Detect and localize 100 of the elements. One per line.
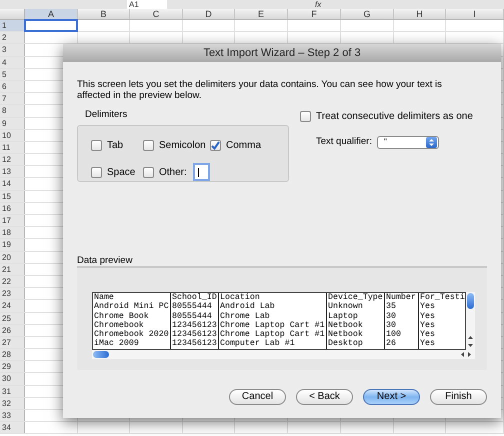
row-header[interactable]: 11 <box>0 142 25 154</box>
column-header[interactable]: B <box>78 9 130 19</box>
column-heading: Number <box>386 293 417 302</box>
table-cell-text: Chrome Lab <box>220 312 271 321</box>
row-header[interactable]: 1 <box>0 20 25 32</box>
row-header[interactable]: 26 <box>0 324 25 336</box>
row-header[interactable]: 23 <box>0 288 25 300</box>
dialog-button[interactable]: Next > <box>363 389 420 406</box>
row-header[interactable]: 5 <box>0 68 25 80</box>
dialog-button[interactable]: Finish <box>430 389 487 406</box>
table-cell: Android Mini PC <box>94 302 170 312</box>
row-header[interactable]: 27 <box>0 336 25 348</box>
table-cell-text: 26 <box>386 339 397 348</box>
row-header[interactable]: 30 <box>0 373 25 385</box>
row-header[interactable]: 28 <box>0 349 25 360</box>
group-label: Delimiters <box>85 108 128 122</box>
column-header[interactable]: I <box>446 9 504 19</box>
dialog-button[interactable]: < Back <box>296 389 353 406</box>
row-header[interactable]: 22 <box>0 276 25 288</box>
table-cell-text: Computer Lab #1 <box>220 339 296 348</box>
table-cell-text: 100 <box>386 330 402 340</box>
vertical-scrollbar[interactable] <box>466 292 475 350</box>
row-header[interactable]: 6 <box>0 80 25 92</box>
other-input-field[interactable] <box>192 163 210 181</box>
row-header[interactable]: 16 <box>0 202 25 214</box>
column-header[interactable]: H <box>394 9 446 19</box>
table-cell: 123456123 <box>172 320 218 330</box>
name-box[interactable]: A1 <box>127 0 167 9</box>
table-cell-text: 80555444 <box>172 312 213 321</box>
table-cell-text: Unknown <box>328 302 364 312</box>
row-header[interactable]: 8 <box>0 105 25 116</box>
column-header[interactable]: D <box>183 9 235 19</box>
column-header[interactable]: F <box>288 9 341 19</box>
column-header[interactable]: A <box>25 9 78 19</box>
checkbox[interactable] <box>210 140 221 151</box>
column-header[interactable]: E <box>235 9 288 19</box>
row-header[interactable]: 15 <box>0 190 25 202</box>
scroll-thumb[interactable] <box>93 351 109 358</box>
column-header[interactable]: G <box>341 9 394 19</box>
table-cell-text: Android Lab <box>220 302 276 312</box>
table-cell-text: Netbook <box>328 330 364 340</box>
column-heading: Location <box>220 293 260 302</box>
row-header[interactable]: 17 <box>0 215 25 226</box>
table-cell-text: Chromebook <box>94 320 145 330</box>
row-header[interactable]: 9 <box>0 118 25 129</box>
selected-cell[interactable] <box>24 19 78 32</box>
row-header[interactable]: 20 <box>0 252 25 263</box>
column-header[interactable]: C <box>130 9 183 19</box>
table-cell: 123456123 <box>172 339 218 348</box>
checkbox[interactable] <box>91 140 102 151</box>
row-header[interactable]: 32 <box>0 398 25 409</box>
formula-icon[interactable]: fx <box>315 0 322 9</box>
table-cell-text: Yes <box>420 312 436 321</box>
table-cell-text: iMac 2009 <box>94 339 140 348</box>
checkbox-label: Tab <box>107 139 124 153</box>
row-header[interactable]: 24 <box>0 300 25 312</box>
checkbox[interactable] <box>143 166 154 178</box>
text-qualifier-select[interactable]: " <box>376 136 439 149</box>
row-header[interactable]: 31 <box>0 386 25 397</box>
row-header[interactable]: 29 <box>0 361 25 372</box>
window-title: Text Import Wizard – Step 2 of 3 <box>63 44 501 62</box>
row-header[interactable]: 10 <box>0 130 25 141</box>
table-cell: 123456123 <box>172 330 218 340</box>
row-header[interactable]: 3 <box>0 44 25 56</box>
checkbox-label: Space <box>107 166 136 180</box>
checkbox[interactable] <box>300 111 311 122</box>
table-cell-text: Yes <box>420 320 436 330</box>
table-cell-text: Yes <box>420 330 436 340</box>
table-cell-text: Desktop <box>328 339 364 348</box>
checkbox-label: Comma <box>226 139 262 153</box>
column-heading: For_Testi <box>420 293 465 302</box>
group-label: Data preview <box>77 255 134 266</box>
checkbox-label: Treat consecutive delimiters as one <box>316 110 473 124</box>
row-header[interactable]: 21 <box>0 264 25 275</box>
column-heading: School_ID <box>172 293 218 302</box>
table-cell: Chrome Laptop Cart #1 <box>220 330 326 340</box>
checkbox[interactable] <box>91 166 102 178</box>
dialog-button[interactable]: Cancel <box>229 389 286 406</box>
column-heading: Device_Type <box>328 293 384 302</box>
scroll-thumb[interactable] <box>467 293 474 310</box>
checkbox[interactable] <box>143 140 154 151</box>
table-cell-text: 30 <box>386 320 397 330</box>
instructions-text: This screen lets you set the delimiters your data contains. You can see how your text is affected in the preview below. <box>77 79 443 101</box>
row-header[interactable]: 7 <box>0 93 25 104</box>
table-cell-text: 35 <box>386 302 397 312</box>
stepper-icon <box>426 136 437 148</box>
row-header[interactable]: 19 <box>0 239 25 251</box>
checkmark-icon <box>211 141 220 150</box>
row-header[interactable]: 2 <box>0 32 25 44</box>
row-header[interactable]: 13 <box>0 166 25 178</box>
row-header[interactable]: 25 <box>0 312 25 324</box>
row-header[interactable]: 34 <box>0 422 25 434</box>
row-header[interactable]: 14 <box>0 178 25 190</box>
horizontal-scrollbar[interactable] <box>92 350 475 360</box>
row-header[interactable]: 12 <box>0 154 25 166</box>
row-header[interactable]: 4 <box>0 56 25 68</box>
table-cell-text: Yes <box>420 302 436 312</box>
checkbox-label: Other: <box>159 166 187 180</box>
row-header[interactable]: 33 <box>0 410 25 422</box>
row-header[interactable]: 18 <box>0 227 25 238</box>
